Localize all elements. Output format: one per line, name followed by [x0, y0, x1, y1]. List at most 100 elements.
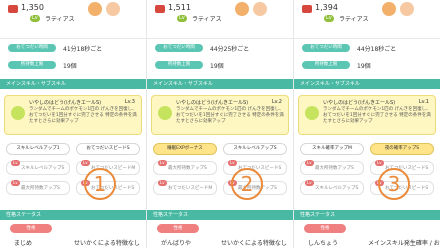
stat-value: 19個: [63, 63, 77, 70]
subskill-row: Lv 最大所持数アップS Lv おてつだいスピードS: [6, 180, 140, 195]
main-skill-card[interactable]: いやしのはどう(げんきエールS) Lv.3 ランダムでチームのポケモン1匹の げ…: [4, 95, 142, 135]
stat-row: おてつだい時間 41分18秒ごと: [0, 42, 146, 56]
section-header: 性格ステータス: [0, 210, 146, 220]
pokemon-panel-1: 1,350 Lv ラティアス おてつだい時間 41分18秒ごと 所持数上限 19…: [0, 0, 146, 248]
subskill-tag: Lv: [158, 180, 167, 186]
stat-row: おてつだい時間 44分25秒ごと: [147, 42, 293, 56]
nature-label: 性格: [10, 224, 52, 233]
pokemon-panel-2: 1,511 Lv ラティアス おてつだい時間 44分25秒ごと 所持数上限 19…: [147, 0, 293, 248]
nature-value: しんちょう: [308, 240, 339, 247]
level-badge: Lv: [30, 15, 40, 22]
subskill-chip[interactable]: Lv スキルレベルアップS: [6, 160, 70, 175]
energy-value: 1,394: [315, 3, 338, 12]
subskill-tag: Lv: [11, 180, 20, 186]
skill-icon: [305, 106, 319, 120]
panel-header: 1,350 Lv ラティアス: [0, 0, 146, 39]
stat-row: 所持数上限 19個: [0, 59, 146, 73]
section-header: メインスキル・サブスキル: [147, 79, 293, 89]
energy-icon: [8, 5, 18, 13]
stat-value: 44分18秒ごと: [357, 46, 397, 53]
subskill-tag: Lv: [158, 160, 167, 166]
stat-label: 所持数上限: [155, 61, 203, 69]
energy-icon: [155, 5, 165, 13]
subskill-button[interactable]: スキル確率アップM: [300, 143, 364, 155]
subskill-grid: Lv 最大所持数アップS Lv おてつだいスピードS Lv おてつだいスピードM Lv…: [153, 160, 287, 195]
skill-description: ランダムでチームのポケモン1匹の げんきを回復し、おてつだいを1回分すぐに完了さ…: [176, 107, 284, 124]
section-header: メインスキル・サブスキル: [0, 79, 146, 89]
stat-label: おてつだい時間: [8, 44, 56, 52]
main-skill-card[interactable]: いやしのはどう(げんきエールS) Lv.1 ランダムでチームのポケモン1匹の げ…: [298, 95, 436, 135]
pokemon-name: ラティアス: [339, 16, 369, 23]
energy-value: 1,511: [168, 3, 191, 12]
pokemon-avatar-icon: [106, 2, 120, 16]
nature-label: 性格: [304, 224, 346, 233]
nature-value: がんばりや: [161, 240, 192, 247]
subskill-button[interactable]: おてつだいスピードS: [76, 143, 140, 155]
subskill-button[interactable]: 睡眠EXPボーナス: [153, 143, 217, 155]
pokemon-panel-3: 1,394 Lv ラティアス おてつだい時間 44分18秒ごと 所持数上限 19…: [294, 0, 440, 248]
stat-value: 41分18秒ごと: [63, 46, 103, 53]
subskill-chip[interactable]: Lv 最大所持数アップS: [153, 160, 217, 175]
panel-header: 1,511 Lv ラティアス: [147, 0, 293, 39]
subskill-label: 最大所持数アップS: [168, 166, 207, 171]
stat-value: 44分25秒ごと: [210, 46, 250, 53]
panel-header: 1,394 Lv ラティアス: [294, 0, 440, 39]
stat-label: 所持数上限: [302, 61, 350, 69]
skill-level: Lv.3: [124, 99, 135, 105]
pokemon-avatar-icon: [253, 2, 267, 16]
subskill-label: おてつだいスピードM: [168, 186, 213, 191]
panel-number-badge: 2: [231, 168, 263, 200]
subskill-tag: Lv: [375, 160, 384, 166]
level-badge: Lv: [177, 15, 187, 22]
skill-level: Lv.1: [418, 99, 429, 105]
panel-number-badge: 3: [378, 168, 410, 200]
energy-value: 1,350: [21, 3, 44, 12]
section-header: 性格ステータス: [147, 210, 293, 220]
pokemon-avatar-icon: [382, 2, 396, 16]
stat-row: 所持数上限 19個: [294, 59, 440, 73]
subskill-tag: Lv: [305, 180, 314, 186]
subskill-row: Lv 最大所持数アップS Lv おてつだいスピードS: [153, 160, 287, 175]
subskill-tag: Lv: [305, 160, 314, 166]
pokemon-avatar-icon: [400, 2, 414, 16]
subskill-chip[interactable]: Lv 最大所持数アップS: [6, 180, 70, 195]
nature-value: まじめ: [14, 240, 33, 247]
subskill-row: Lv おてつだいスピードM Lv 最大所持数アップS: [153, 180, 287, 195]
pokemon-avatar-icon: [88, 2, 102, 16]
subskill-row: Lv スキルレベルアップS Lv おてつだいスピードS: [300, 180, 434, 195]
skill-name: いやしのはどう(げんきエールS): [29, 100, 102, 106]
subskill-button[interactable]: 夜の確率アップS: [370, 143, 434, 155]
subskill-label: スキルレベルアップS: [21, 166, 65, 171]
stat-label: おてつだい時間: [302, 44, 350, 52]
subskill-highlights: スキル確率アップM 夜の確率アップS: [300, 143, 434, 155]
skill-icon: [158, 106, 172, 120]
subskill-button[interactable]: スキルレベルアップS: [223, 143, 287, 155]
level-badge: Lv: [324, 15, 334, 22]
subskill-tag: Lv: [11, 160, 20, 166]
skill-name: いやしのはどう(げんきエールS): [176, 100, 249, 106]
section-header: 性格ステータス: [294, 210, 440, 220]
subskill-chip[interactable]: Lv おてつだいスピードM: [153, 180, 217, 195]
subskill-chip[interactable]: Lv スキルレベルアップS: [300, 180, 364, 195]
stat-row: おてつだい時間 44分18秒ごと: [294, 42, 440, 56]
nature-label: 性格: [157, 224, 199, 233]
skill-description: ランダムでチームのポケモン1匹の げんきを回復し、おてつだいを1回分すぐに完了さ…: [323, 107, 431, 124]
stat-value: 19個: [210, 63, 224, 70]
panel-number-badge: 1: [84, 168, 116, 200]
subskill-highlights: 睡眠EXPボーナス スキルレベルアップS: [153, 143, 287, 155]
stat-row: 所持数上限 19個: [147, 59, 293, 73]
subskill-button[interactable]: スキルレベルアップ1: [6, 143, 70, 155]
skill-icon: [11, 106, 25, 120]
subskill-grid: Lv 最大所持数アップS Lv おてつだいスピードS Lv スキルレベルアップS Lv…: [300, 160, 434, 195]
comparison-root: 1,350 Lv ラティアス おてつだい時間 41分18秒ごと 所持数上限 19…: [0, 0, 440, 248]
subskill-tag: Lv: [81, 160, 90, 166]
stat-label: 所持数上限: [8, 61, 56, 69]
nature-effect: せいかくによる特徴なし: [221, 240, 287, 247]
pokemon-name: ラティアス: [192, 16, 222, 23]
skill-name: いやしのはどう(げんきエールS): [323, 100, 396, 106]
subskill-label: 最大所持数アップS: [21, 186, 60, 191]
subskill-highlights: スキルレベルアップ1 おてつだいスピードS: [6, 143, 140, 155]
subskill-tag: Lv: [228, 160, 237, 166]
subskill-chip[interactable]: Lv 最大所持数アップS: [300, 160, 364, 175]
main-skill-card[interactable]: いやしのはどう(げんきエールS) Lv.2 ランダムでチームのポケモン1匹の げ…: [151, 95, 289, 135]
